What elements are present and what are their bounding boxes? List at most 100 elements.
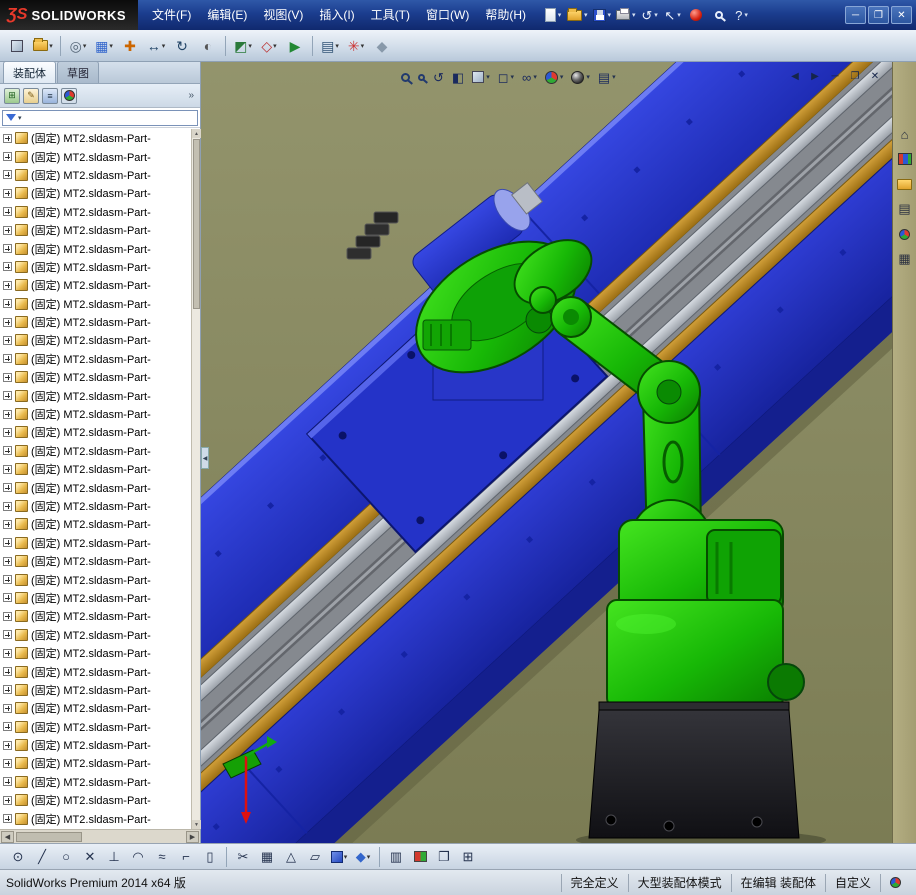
configurationmanager-icon[interactable]: ≡ — [42, 87, 58, 104]
expand-icon[interactable] — [3, 262, 12, 272]
command-tab[interactable]: 草图 — [57, 61, 99, 83]
expand-icon[interactable] — [3, 244, 12, 254]
menu-item[interactable]: 编辑(E) — [199, 0, 255, 30]
tree-item[interactable]: (固定) MT2.sldasm-Part- — [0, 607, 200, 625]
edit-appearance-icon[interactable]: ▾ — [544, 70, 563, 84]
tree-item[interactable]: (固定) MT2.sldasm-Part- — [0, 626, 200, 644]
tree-item[interactable]: (固定) MT2.sldasm-Part- — [0, 754, 200, 772]
mate-icon[interactable]: ◎ ▾ — [66, 33, 90, 59]
expand-icon[interactable] — [3, 740, 12, 750]
maximize-button[interactable]: ❐ — [868, 6, 889, 24]
task-pane-home-icon[interactable]: ⌂ — [896, 126, 914, 142]
search-icon[interactable] — [708, 3, 730, 27]
doc-next-button[interactable]: ▶ — [808, 70, 822, 83]
close-button[interactable]: ✕ — [891, 6, 912, 24]
menu-item[interactable]: 工具(T) — [363, 0, 418, 30]
tree-item[interactable]: (固定) MT2.sldasm-Part- — [0, 773, 200, 791]
expand-icon[interactable] — [3, 317, 12, 327]
expand-icon[interactable] — [3, 225, 12, 235]
featuremanager-tree-icon[interactable]: ⊞ — [4, 87, 20, 104]
scroll-right-icon[interactable]: ▶ — [186, 830, 199, 843]
print-icon[interactable]: ▾ — [614, 3, 638, 27]
tree-item[interactable]: (固定) MT2.sldasm-Part- — [0, 681, 200, 699]
expand-icon[interactable] — [3, 409, 12, 419]
tree-item[interactable]: (固定) MT2.sldasm-Part- — [0, 644, 200, 662]
reference-geometry-icon[interactable]: ◆ ▾ — [352, 846, 374, 868]
expand-icon[interactable] — [3, 814, 12, 824]
graphics-area[interactable]: ↺ ◧ ▾ ◻ ▾ ∞ ▾ ▾ ▾ ▤ ▾ ◀ ▶ ─ ❐ ✕ ◀ ⌂ ▤ ▦ — [201, 62, 916, 843]
expand-icon[interactable] — [3, 758, 12, 768]
expand-icon[interactable] — [3, 372, 12, 382]
tree-item[interactable]: (固定) MT2.sldasm-Part- — [0, 791, 200, 809]
tree-item[interactable]: (固定) MT2.sldasm-Part- — [0, 570, 200, 588]
view-orientation-icon[interactable]: ▾ — [472, 71, 490, 83]
section-view-icon[interactable]: ▥ — [385, 846, 407, 868]
tree-item[interactable]: (固定) MT2.sldasm-Part- — [0, 515, 200, 533]
customize-menu[interactable]: 自定义 — [824, 873, 880, 892]
expand-icon[interactable] — [3, 501, 12, 511]
tree-item[interactable]: (固定) MT2.sldasm-Part- — [0, 166, 200, 184]
tree-item[interactable]: (固定) MT2.sldasm-Part- — [0, 386, 200, 404]
tree-item[interactable]: (固定) MT2.sldasm-Part- — [0, 313, 200, 331]
propertymanager-icon[interactable]: ✎ — [23, 87, 39, 104]
circle-icon[interactable]: ○ — [55, 846, 77, 868]
tree-item[interactable]: (固定) MT2.sldasm-Part- — [0, 534, 200, 552]
tree-item[interactable]: (固定) MT2.sldasm-Part- — [0, 221, 200, 239]
scroll-thumb[interactable] — [193, 139, 200, 309]
new-motion-study-icon[interactable]: ▶ — [283, 33, 307, 59]
edit-component-icon[interactable] — [5, 33, 29, 59]
expand-icon[interactable] — [3, 593, 12, 603]
expand-icon[interactable] — [3, 354, 12, 364]
sketch-point-icon[interactable]: ✕ — [79, 846, 101, 868]
tree-item[interactable]: (固定) MT2.sldasm-Part- — [0, 589, 200, 607]
tree-item[interactable]: (固定) MT2.sldasm-Part- — [0, 478, 200, 496]
plane-icon[interactable]: ▱ — [304, 846, 326, 868]
expand-icon[interactable] — [3, 207, 12, 217]
scroll-left-icon[interactable]: ◀ — [1, 830, 14, 843]
centerline-icon[interactable]: ⊥ — [103, 846, 125, 868]
view-settings-icon[interactable]: ▤ ▾ — [598, 71, 616, 84]
tree-item[interactable]: (固定) MT2.sldasm-Part- — [0, 147, 200, 165]
tree-item[interactable]: (固定) MT2.sldasm-Part- — [0, 662, 200, 680]
menu-item[interactable]: 文件(F) — [144, 0, 199, 30]
tree-item[interactable]: (固定) MT2.sldasm-Part- — [0, 736, 200, 754]
expand-icon[interactable] — [3, 170, 12, 180]
doc-minimize-button[interactable]: ─ — [828, 70, 842, 83]
select-icon[interactable]: ↖ ▾ — [662, 3, 684, 27]
tree-item[interactable]: (固定) MT2.sldasm-Part- — [0, 809, 200, 827]
tree-item[interactable]: (固定) MT2.sldasm-Part- — [0, 295, 200, 313]
tree-item[interactable]: (固定) MT2.sldasm-Part- — [0, 276, 200, 294]
tree-item[interactable]: (固定) MT2.sldasm-Part- — [0, 258, 200, 276]
new-window-icon[interactable]: ❐ — [433, 846, 455, 868]
task-pane-appearances-icon[interactable] — [896, 226, 914, 242]
tree-item[interactable]: (固定) MT2.sldasm-Part- — [0, 331, 200, 349]
tree-item[interactable]: (固定) MT2.sldasm-Part- — [0, 699, 200, 717]
expand-icon[interactable] — [3, 538, 12, 548]
smart-fasteners-icon[interactable]: ✚ — [118, 33, 142, 59]
hide-show-items-icon[interactable]: ∞ ▾ — [522, 71, 537, 84]
show-hidden-components-icon[interactable]: ◐ — [196, 33, 220, 59]
tree-item[interactable]: (固定) MT2.sldasm-Part- — [0, 184, 200, 202]
spline-icon[interactable]: ≈ — [151, 846, 173, 868]
expand-icon[interactable] — [3, 685, 12, 695]
new-document-icon[interactable]: ▾ — [542, 3, 564, 27]
menu-item[interactable]: 帮助(H) — [477, 0, 534, 30]
expand-icon[interactable] — [3, 777, 12, 787]
doc-close-button[interactable]: ✕ — [868, 70, 882, 83]
apply-scene-icon[interactable]: ▾ — [571, 70, 590, 84]
expand-icon[interactable] — [3, 133, 12, 143]
reference-geometry-icon[interactable]: ◇ ▾ — [257, 33, 281, 59]
convert-entities-icon[interactable]: △ — [280, 846, 302, 868]
structural-member-icon[interactable]: ▾ — [328, 846, 350, 868]
zoom-to-area-icon[interactable] — [418, 73, 425, 81]
expand-icon[interactable] — [3, 446, 12, 456]
tangent-arc-icon[interactable]: ◠ — [127, 846, 149, 868]
corner-rectangle-icon[interactable]: ⌐ — [175, 846, 197, 868]
menu-item[interactable]: 视图(V) — [255, 0, 311, 30]
expand-icon[interactable] — [3, 795, 12, 805]
toolbox-icon[interactable] — [685, 3, 707, 27]
open-icon[interactable]: ▾ — [565, 3, 590, 27]
expand-icon[interactable] — [3, 703, 12, 713]
bill-of-materials-icon[interactable]: ▤ ▾ — [318, 33, 342, 59]
expand-icon[interactable] — [3, 575, 12, 585]
